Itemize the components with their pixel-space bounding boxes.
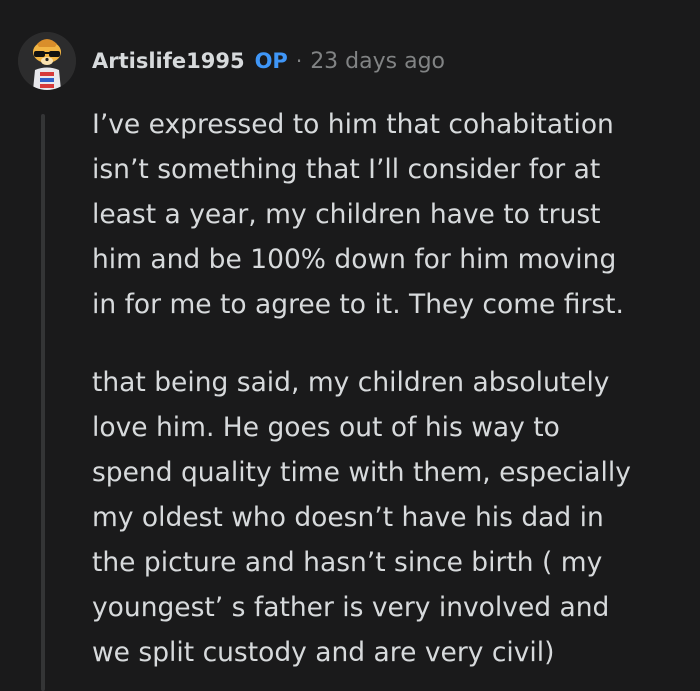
comment-meta: Artislife1995 OP · 23 days ago [92,49,445,74]
comment-paragraph: I’ve expressed to him that cohabitation … [92,109,624,320]
comment: Artislife1995 OP · 23 days ago I’ve expr… [0,0,700,691]
author-username[interactable]: Artislife1995 [92,49,245,73]
comment-paragraph: that being said, my children absolutely … [92,367,631,668]
thread-collapse-line[interactable] [41,114,45,691]
meta-separator: · [295,48,303,73]
comment-header: Artislife1995 OP · 23 days ago [18,26,445,96]
comment-body: I’ve expressed to him that cohabitation … [92,102,682,675]
snoo-avatar-dog-sunglasses-icon[interactable] [18,32,76,90]
comment-timestamp[interactable]: 23 days ago [310,49,445,74]
op-badge: OP [254,48,288,73]
